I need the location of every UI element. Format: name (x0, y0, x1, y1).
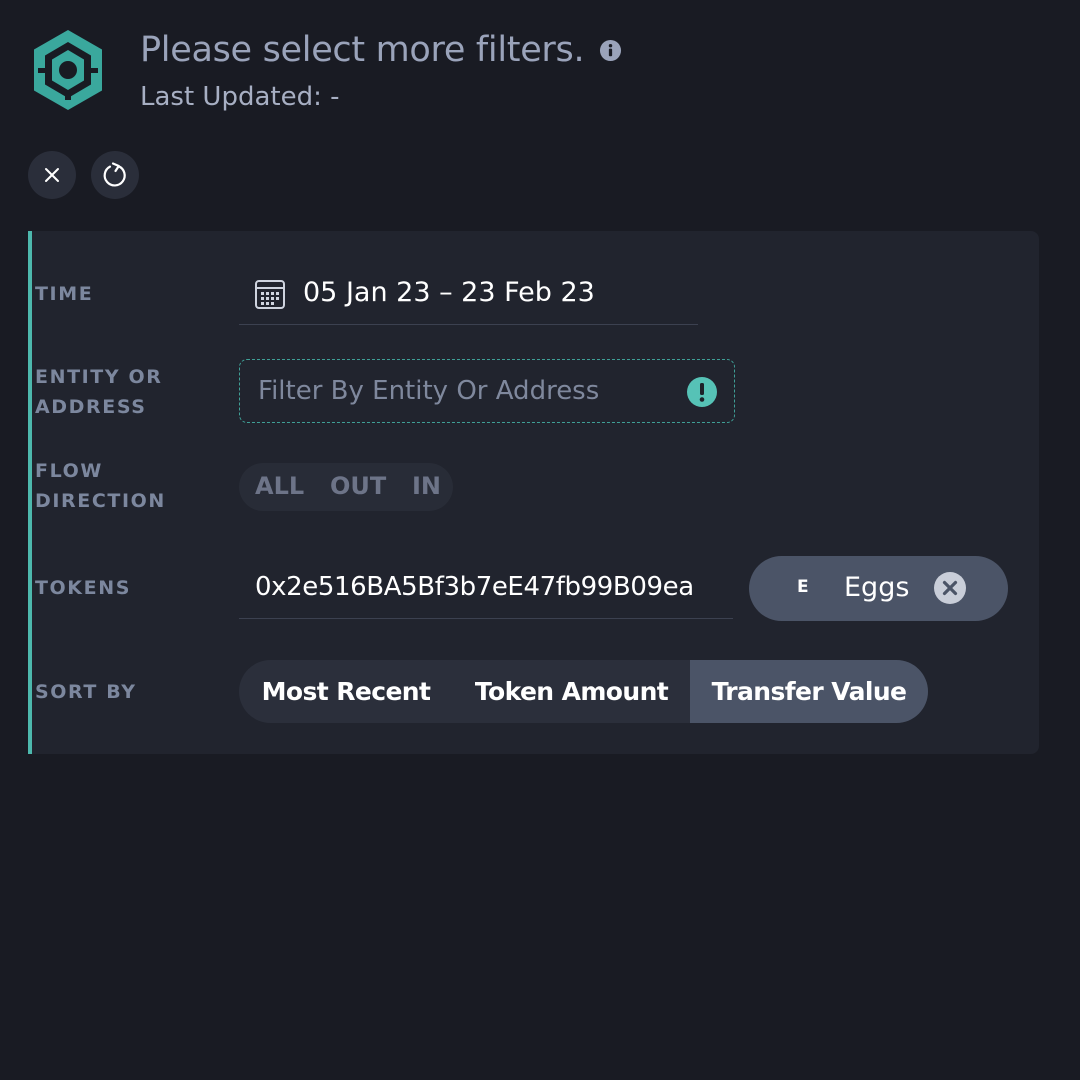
token-chip-name: Eggs (844, 572, 910, 603)
sort-by-label: SORT BY (35, 681, 137, 703)
flow-label-line1: FLOW (35, 460, 103, 482)
entity-filter-field[interactable] (239, 359, 735, 423)
info-icon[interactable] (599, 39, 622, 62)
token-chip-letter: E (797, 577, 809, 597)
token-address-value: 0x2e516BA5Bf3b7eE47fb99B09ea (255, 572, 694, 602)
date-range-picker[interactable]: 05 Jan 23 – 23 Feb 23 (239, 266, 698, 325)
refresh-button[interactable] (91, 151, 139, 199)
entity-input[interactable] (256, 370, 680, 412)
flow-option-in[interactable]: IN (412, 472, 441, 500)
filters-screen: Please select more filters. Last Updated… (0, 0, 1080, 1080)
token-chip: E Eggs (749, 556, 1008, 621)
entity-label-line1: ENTITY OR (35, 366, 163, 388)
remove-circle-icon[interactable] (933, 571, 967, 605)
flow-option-out[interactable]: OUT (330, 472, 386, 500)
close-button[interactable] (28, 151, 76, 199)
flow-option-all[interactable]: ALL (255, 472, 304, 500)
flow-direction-toggle: ALL OUT IN (239, 463, 453, 511)
sort-option-most-recent[interactable]: Most Recent (239, 660, 453, 723)
token-address-field[interactable]: 0x2e516BA5Bf3b7eE47fb99B09ea (239, 560, 733, 619)
page-title: Please select more filters. (140, 30, 585, 70)
date-range-value: 05 Jan 23 – 23 Feb 23 (303, 277, 595, 308)
last-updated-text: Last Updated: - (140, 82, 340, 112)
sort-option-token-amount[interactable]: Token Amount (453, 660, 690, 723)
time-label: TIME (35, 283, 94, 305)
flow-label-line2: DIRECTION (35, 490, 166, 512)
tokens-label: TOKENS (35, 577, 131, 599)
calendar-icon (255, 280, 285, 309)
warning-icon (687, 377, 717, 407)
refresh-icon (103, 162, 126, 187)
entity-label-line2: ADDRESS (35, 396, 147, 418)
hexagon-logo-icon (34, 30, 102, 110)
sort-by-toggle: Most Recent Token Amount Transfer Value (239, 660, 928, 723)
sort-option-transfer-value[interactable]: Transfer Value (690, 660, 928, 723)
flow-direction-label: FLOW DIRECTION (35, 456, 166, 516)
close-icon (45, 168, 59, 182)
entity-label: ENTITY OR ADDRESS (35, 362, 162, 422)
